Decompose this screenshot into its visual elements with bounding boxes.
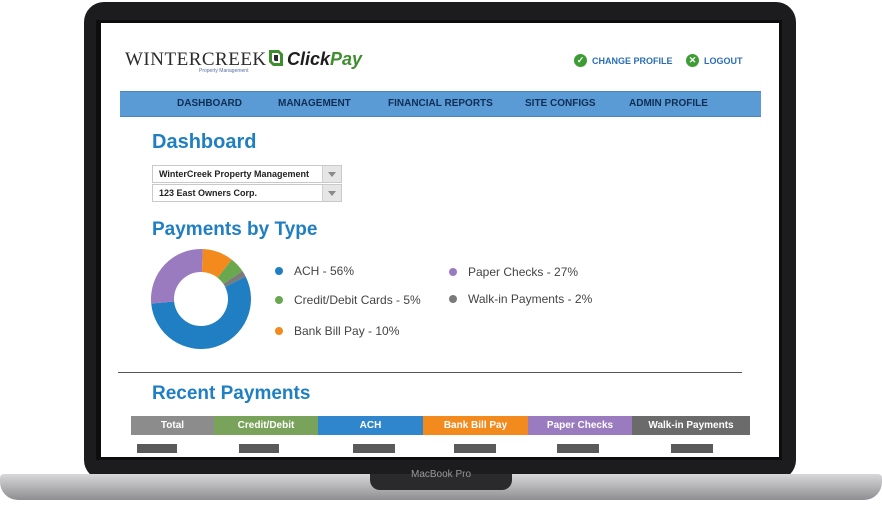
column-header-ach[interactable]: ACH — [318, 416, 423, 435]
legend-item-ach: ACH - 56% — [275, 264, 354, 278]
placeholder-cell — [239, 444, 279, 453]
logout-link[interactable]: ✕ LOGOUT — [686, 54, 743, 67]
legend-label: ACH - 56% — [294, 264, 355, 278]
nav-item-dashboard[interactable]: DASHBOARD — [177, 92, 242, 116]
property-select-value: 123 East Owners Corp. — [159, 188, 258, 198]
nav-item-admin-profile[interactable]: ADMIN PROFILE — [629, 92, 708, 116]
legend-label: Paper Checks - 27% — [468, 265, 579, 279]
close-icon: ✕ — [686, 54, 699, 67]
legend-label: Credit/Debit Cards - 5% — [294, 293, 421, 307]
legend-dot — [449, 295, 457, 303]
placeholder-cell — [137, 444, 177, 453]
clickpay-logo-icon — [269, 50, 283, 66]
change-profile-link[interactable]: ✓ CHANGE PROFILE — [574, 54, 673, 67]
clickpay-logo-click: Click — [287, 49, 331, 69]
company-select[interactable]: WinterCreek Property Management — [152, 165, 342, 183]
legend-dot — [275, 327, 283, 335]
column-header-credit-debit[interactable]: Credit/Debit — [214, 416, 318, 435]
clickpay-logo: ClickPay — [287, 49, 362, 70]
company-select-value: WinterCreek Property Management — [159, 169, 309, 179]
change-profile-label: CHANGE PROFILE — [592, 55, 673, 66]
page-title: Dashboard — [152, 131, 257, 153]
device-label: MacBook Pro — [410, 469, 472, 480]
recent-payments-title: Recent Payments — [152, 383, 311, 404]
column-header-bank-bill-pay[interactable]: Bank Bill Pay — [423, 416, 528, 435]
placeholder-cell — [671, 444, 713, 453]
column-header-paper-checks[interactable]: Paper Checks — [528, 416, 632, 435]
column-header-walk-in[interactable]: Walk-in Payments — [632, 416, 750, 435]
chevron-down-icon — [322, 166, 341, 182]
main-nav: DASHBOARD MANAGEMENT FINANCIAL REPORTS S… — [120, 91, 761, 117]
legend-label: Walk-in Payments - 2% — [468, 292, 593, 306]
legend-item-walk-in: Walk-in Payments - 2% — [449, 292, 592, 306]
chevron-down-icon — [322, 185, 341, 201]
donut-slice-paper-checks — [151, 249, 203, 304]
legend-item-paper-checks: Paper Checks - 27% — [449, 265, 578, 279]
legend-label: Bank Bill Pay - 10% — [294, 324, 400, 338]
property-select[interactable]: 123 East Owners Corp. — [152, 184, 342, 202]
placeholder-cell — [454, 444, 496, 453]
placeholder-cell — [557, 444, 599, 453]
logout-label: LOGOUT — [704, 55, 743, 66]
nav-item-site-configs[interactable]: SITE CONFIGS — [525, 92, 596, 116]
clickpay-logo-pay: Pay — [330, 49, 363, 69]
legend-item-bank-bill-pay: Bank Bill Pay - 10% — [275, 324, 399, 338]
wintercreek-logo-subtitle: Property Management — [199, 68, 249, 74]
legend-dot — [449, 268, 457, 276]
nav-item-financial-reports[interactable]: FINANCIAL REPORTS — [388, 92, 493, 116]
check-icon: ✓ — [574, 54, 587, 67]
payments-by-type-title: Payments by Type — [152, 219, 318, 240]
legend-dot — [275, 267, 283, 275]
nav-item-management[interactable]: MANAGEMENT — [278, 92, 351, 116]
payments-donut-chart — [151, 249, 251, 349]
column-header-total[interactable]: Total — [131, 416, 214, 435]
placeholder-cell — [353, 444, 395, 453]
app-screen: WINTERCREEK Property Management ClickPay… — [101, 23, 779, 457]
legend-item-credit-debit: Credit/Debit Cards - 5% — [275, 293, 421, 307]
section-divider — [118, 372, 742, 373]
legend-dot — [275, 296, 283, 304]
